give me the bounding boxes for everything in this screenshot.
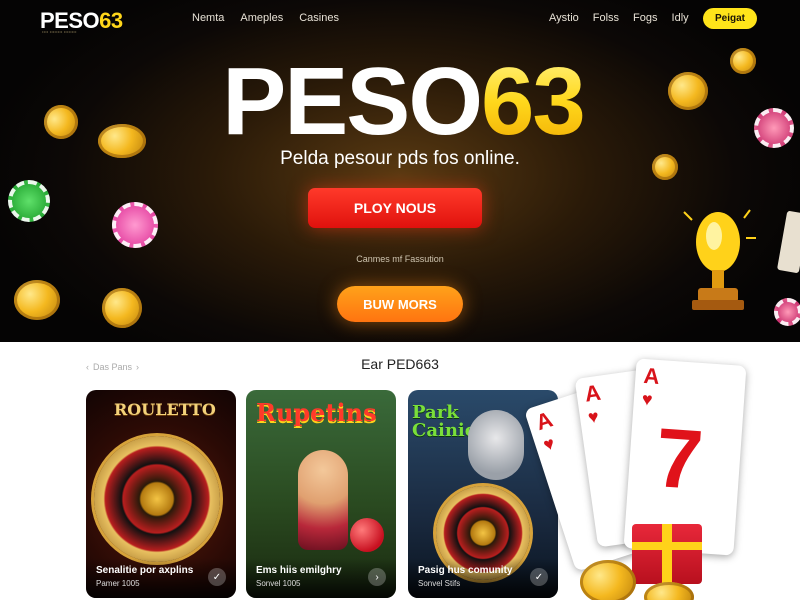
nav-link-idly[interactable]: Idly xyxy=(672,12,689,24)
game-card-title: ROULETTO xyxy=(114,400,216,419)
nav-link-fogs[interactable]: Fogs xyxy=(633,12,657,24)
gold-coin-icon xyxy=(652,154,678,180)
chevron-left-icon[interactable]: ‹ xyxy=(86,362,89,372)
heart-icon: ♥ xyxy=(641,388,654,410)
chevron-right-icon[interactable]: › xyxy=(136,362,139,372)
gold-coin-icon xyxy=(644,582,694,600)
roulette-wheel-icon xyxy=(94,436,220,562)
character-icon xyxy=(468,410,524,480)
logo-text-yellow: 63 xyxy=(99,8,123,33)
chevron-right-icon[interactable]: › xyxy=(368,568,386,586)
game-card-sub: Sonvel Stifs xyxy=(418,579,461,588)
logo-subtext: •••• •••••••• •••••••• xyxy=(42,29,77,34)
hero-title-white: PESO xyxy=(222,48,483,155)
play-now-button[interactable]: PLOY NOUS xyxy=(308,188,482,228)
game-card-sub: Sonvel 1005 xyxy=(256,579,301,588)
gift-box-icon xyxy=(632,524,702,584)
check-icon[interactable]: ✓ xyxy=(208,568,226,586)
game-card-rupetins[interactable]: Rupetins Ems hiis emilghry Sonvel 1005 › xyxy=(246,390,396,598)
game-card-name: Senalitie por axplins xyxy=(96,565,194,576)
nav-link-nemta[interactable]: Nemta xyxy=(192,12,224,24)
red-ball-icon xyxy=(350,518,384,552)
character-icon xyxy=(298,450,348,550)
section-title: Ear PED663 xyxy=(361,356,439,372)
game-card-roulette[interactable]: ROULETTO Senalitie por axplins Pamer 100… xyxy=(86,390,236,598)
hero-title-yellow: 63 xyxy=(480,48,586,155)
buy-more-button[interactable]: BUW MORS xyxy=(337,286,463,322)
green-chip-icon xyxy=(8,180,50,222)
heart-icon: ♥ xyxy=(540,432,558,456)
gold-coin-icon xyxy=(102,288,142,328)
top-navigation: PESO63 •••• •••••••• •••••••• Nemta Amep… xyxy=(0,0,800,40)
nav-right: Aystio Folss Fogs Idly xyxy=(549,12,689,24)
nav-left: Nemta Ameples Casines xyxy=(192,12,339,24)
gold-coin-icon xyxy=(730,48,756,74)
nav-link-casines[interactable]: Casines xyxy=(299,12,339,24)
pink-chip-icon xyxy=(774,298,800,326)
gold-coin-icon xyxy=(580,560,636,600)
breadcrumb-label[interactable]: Das Pans xyxy=(93,362,132,372)
gold-coin-icon xyxy=(668,72,708,110)
hero-tagline: Pelda pesour pds fos online. xyxy=(280,148,520,169)
game-card-sub: Pamer 1005 xyxy=(96,579,140,588)
gold-coin-icon xyxy=(98,124,146,158)
register-button[interactable]: Peigat xyxy=(703,8,757,29)
gold-coin-icon xyxy=(39,100,83,144)
game-card-name: Ems hiis emilghry xyxy=(256,565,342,576)
breadcrumb: ‹ Das Pans › xyxy=(86,362,139,372)
playing-cards-decoration: A ♥ A ♥ A ♥ 7 xyxy=(523,352,800,600)
trophy-icon xyxy=(683,209,756,310)
card-edge-icon xyxy=(776,210,800,274)
nav-link-aystio[interactable]: Aystio xyxy=(549,12,579,24)
game-card-title: Rupetins xyxy=(256,398,377,427)
hero-title: PESO63 xyxy=(178,52,628,152)
gold-coin-icon xyxy=(14,280,60,320)
promo-note: Canmes mf Fassution xyxy=(356,254,444,264)
seven-rank: 7 xyxy=(652,410,706,508)
pink-chip-icon xyxy=(754,108,794,148)
hero-banner: PESO63 •••• •••••••• •••••••• Nemta Amep… xyxy=(0,0,800,342)
nav-link-ameples[interactable]: Ameples xyxy=(240,12,283,24)
game-card-name: Pasig hus comunity xyxy=(418,565,513,576)
pink-chip-icon xyxy=(112,202,158,248)
nav-link-folss[interactable]: Folss xyxy=(593,12,619,24)
heart-icon: ♥ xyxy=(586,406,601,428)
